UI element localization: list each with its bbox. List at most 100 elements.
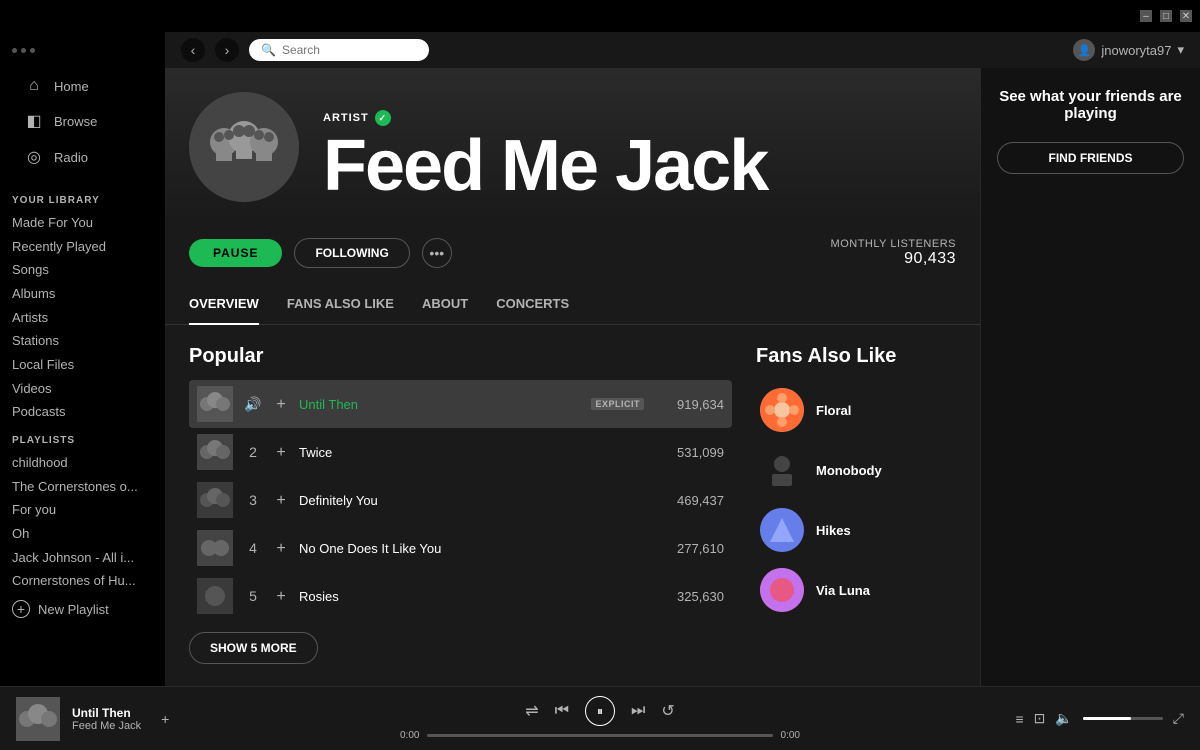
sidebar-item-home[interactable]: ⌂ Home [12,69,153,103]
dot2 [21,48,26,53]
new-playlist-button[interactable]: + New Playlist [0,592,165,626]
dot3 [30,48,35,53]
list-item[interactable]: Hikes [756,500,956,560]
search-box: 🔍 [249,39,429,61]
player-add-button[interactable]: + [161,711,169,727]
table-row[interactable]: 3 + Definitely You 469,437 [189,476,732,524]
repeat-button[interactable]: ↺ [661,701,674,721]
sidebar-item-podcasts[interactable]: Podcasts [0,399,165,423]
play-pause-button[interactable]: ⏸ [585,696,615,726]
track-plays: 325,630 [654,589,724,604]
app-dots [12,48,153,53]
player-bar: Until Then Feed Me Jack + ⇌ ⏮ ⏸ ⏭ ↺ 0:00… [0,686,1200,750]
user-area[interactable]: 👤 jnoworyta97 ▾ [1073,39,1184,61]
add-track-button[interactable]: + [273,444,289,460]
tab-about[interactable]: ABOUT [422,284,468,325]
shuffle-button[interactable]: ⇌ [525,701,538,721]
table-row[interactable]: 2 + Twice 531,099 [189,428,732,476]
add-track-button[interactable]: + [273,588,289,604]
popular-title: Popular [189,345,732,368]
sidebar-item-radio[interactable]: ◎ Radio [12,139,153,175]
track-name: Rosies [299,589,644,604]
pause-button[interactable]: PAUSE [189,239,282,267]
maximize-button[interactable]: □ [1160,10,1172,22]
list-item[interactable]: Floral [756,380,956,440]
sidebar-item-label-radio: Radio [54,150,88,165]
tab-concerts[interactable]: CONCERTS [496,284,569,325]
username-label: jnoworyta97 [1101,43,1171,58]
search-input[interactable] [282,43,402,57]
sidebar-item-stations[interactable]: Stations [0,328,165,352]
show-more-button[interactable]: SHOW 5 MORE [189,632,318,664]
sidebar-item-label-browse: Browse [54,114,97,129]
sidebar-item-albums[interactable]: Albums [0,281,165,305]
track-thumbnail [197,530,233,566]
artist-image [189,92,299,202]
previous-button[interactable]: ⏮ [555,702,569,720]
add-track-button[interactable]: + [273,396,289,412]
close-button[interactable]: ✕ [1180,10,1192,22]
fan-name: Via Luna [816,583,870,598]
sidebar-playlist-cornerstones-hu[interactable]: Cornerstones of Hu... [0,568,165,592]
artist-page: ARTIST ✓ Feed Me Jack PAUSE FOLLOWING ••… [165,68,980,686]
albums-title: Albums [189,684,262,686]
fullscreen-button[interactable]: ⤢ [1173,710,1184,727]
fan-name: Hikes [816,523,851,538]
devices-button[interactable]: ⊡ [1034,710,1046,727]
next-button[interactable]: ⏭ [631,702,645,720]
table-row[interactable]: 5 + Rosies 325,630 [189,572,732,620]
fan-name: Floral [816,403,851,418]
sidebar-playlist-cornerstones[interactable]: The Cornerstones o... [0,474,165,498]
find-friends-button[interactable]: FIND FRIENDS [997,142,1184,174]
tab-fans-also-like[interactable]: FANS ALSO LIKE [287,284,394,325]
sidebar-item-artists[interactable]: Artists [0,305,165,329]
artist-actions: PAUSE FOLLOWING ••• MONTHLY LISTENERS 90… [165,222,980,284]
sidebar-item-recently-played[interactable]: Recently Played [0,234,165,258]
fans-also-like-title: Fans Also Like [756,345,956,368]
verified-badge: ✓ [375,110,391,126]
track-name: No One Does It Like You [299,541,644,556]
more-button[interactable]: ••• [422,238,452,268]
progress-bar[interactable]: 0:00 0:00 [400,730,800,741]
artist-image-svg [204,107,284,187]
queue-button[interactable]: ≡ [1015,711,1023,727]
list-item[interactable]: Monobody [756,440,956,500]
track-number: 3 [243,492,263,508]
progress-track[interactable] [427,734,772,737]
track-plays: 277,610 [654,541,724,556]
sidebar-playlist-childhood[interactable]: childhood [0,450,165,474]
sidebar-item-browse[interactable]: ◧ Browse [12,103,153,139]
sidebar-item-songs[interactable]: Songs [0,257,165,281]
list-item[interactable]: Via Luna [756,560,956,620]
volume-slider[interactable] [1083,717,1163,720]
artist-info: ARTIST ✓ Feed Me Jack [323,110,956,202]
sidebar-item-local-files[interactable]: Local Files [0,352,165,376]
window-controls: – □ ✕ [1140,10,1192,22]
fan-avatar-vialuna [760,568,804,612]
table-row[interactable]: 4 + No One Does It Like You 277,610 [189,524,732,572]
radio-icon: ◎ [24,147,44,167]
sidebar-item-videos[interactable]: Videos [0,376,165,400]
back-button[interactable]: ‹ [181,38,205,62]
player-controls: ⇌ ⏮ ⏸ ⏭ ↺ [525,696,675,726]
tab-overview[interactable]: OVERVIEW [189,284,259,325]
sidebar-item-made-for-you[interactable]: Made For You [0,210,165,234]
artist-name: Feed Me Jack [323,130,956,202]
volume-button[interactable]: 🔈 [1055,710,1072,727]
player-track-name: Until Then [72,706,141,720]
add-track-button[interactable]: + [273,540,289,556]
track-thumbnail [197,578,233,614]
sidebar-playlist-for-you[interactable]: For you [0,497,165,521]
minimize-button[interactable]: – [1140,10,1152,22]
fans-section: Fans Also Like Floral Monobody [756,345,956,664]
following-button[interactable]: FOLLOWING [294,238,409,268]
forward-button[interactable]: › [215,38,239,62]
volume-fill [1083,717,1131,720]
sidebar-playlist-jack-johnson[interactable]: Jack Johnson - All i... [0,545,165,569]
track-name: Twice [299,445,644,460]
track-plays: 919,634 [654,397,724,412]
add-track-button[interactable]: + [273,492,289,508]
table-row[interactable]: 🔊 + Until Then EXPLICIT 919,634 [189,380,732,428]
sidebar: ⌂ Home ◧ Browse ◎ Radio YOUR LIBRARY Mad… [0,32,165,686]
sidebar-playlist-oh[interactable]: Oh [0,521,165,545]
